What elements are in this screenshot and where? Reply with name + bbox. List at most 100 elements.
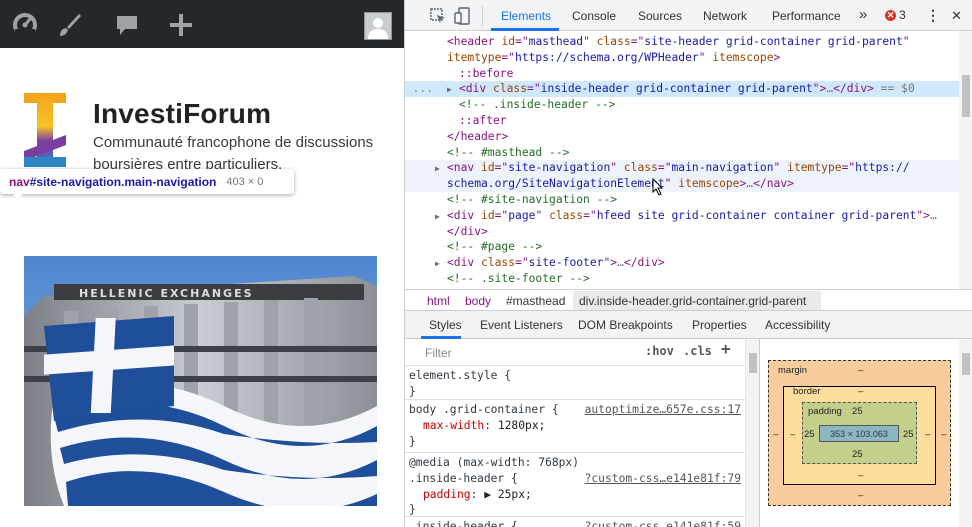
user-avatar[interactable] [364, 12, 392, 40]
rule-close-brace: } [409, 434, 416, 448]
dom-node-line[interactable]: ▶ <nav id="site-navigation" class="main-n… [405, 160, 959, 177]
tab-styles[interactable]: Styles [429, 318, 462, 332]
dom-node-line[interactable]: <!-- .site-footer --> [405, 271, 959, 287]
box-model-content[interactable]: 353 × 103.063 [819, 425, 899, 442]
dom-token: <div [447, 208, 482, 222]
dom-node-line[interactable]: ▶ <div id="page" class="hfeed site grid-c… [405, 208, 959, 224]
dom-token: > [773, 50, 781, 64]
error-count-badge[interactable]: ✕ 3 [885, 8, 906, 22]
site-logo[interactable] [24, 93, 66, 167]
dashboard-icon[interactable] [9, 9, 41, 41]
style-rule[interactable]: element.style {} [405, 366, 745, 400]
styles-scrollbar[interactable] [745, 339, 759, 527]
dom-node-line[interactable]: schema.org/SiteNavigationElement" itemsc… [405, 176, 959, 193]
dom-token: inside-header grid-container grid-parent [540, 82, 813, 96]
style-rule[interactable]: body .grid-container {autoptimize…657e.c… [405, 400, 745, 453]
css-value[interactable]: 1280px; [498, 419, 546, 432]
dom-node-line[interactable]: </div> [405, 224, 959, 240]
breadcrumb-body[interactable]: body [465, 294, 491, 308]
admin-bar [0, 0, 404, 48]
rule-selector: @media (max-width: 768px) [409, 456, 580, 469]
tab-performance[interactable]: Performance [772, 9, 841, 23]
dom-token: hfeed site grid-container container grid… [596, 208, 917, 222]
dom-node-line[interactable]: ... ▶ <div class="inside-header grid-conta… [405, 81, 959, 98]
dom-token: id [481, 161, 495, 175]
tab-accessibility[interactable]: Accessibility [765, 318, 830, 332]
breadcrumb-inside-header[interactable]: div.inside-header.grid-container.grid-pa… [579, 294, 806, 308]
css-colon: : [484, 418, 498, 432]
breadcrumb-masthead[interactable]: #masthead [506, 294, 565, 308]
more-tabs-button[interactable]: » [859, 6, 867, 23]
style-rule[interactable]: .inside-header { ?custom-css…e141e81f:59 [405, 517, 745, 527]
tab-dom-breakpoints[interactable]: DOM Breakpoints [578, 318, 673, 332]
rule-source-link[interactable]: ?custom-css…e141e81f:79 [585, 471, 741, 487]
rule-source-link[interactable]: autoptimize…657e.css:17 [585, 402, 741, 418]
dom-node-line[interactable]: </header> [405, 129, 959, 145]
tab-elements[interactable]: Elements [501, 9, 551, 23]
new-content-plus-icon[interactable] [165, 9, 197, 41]
styles-filter-input[interactable] [425, 343, 635, 362]
breadcrumb-html[interactable]: html [427, 294, 450, 308]
close-devtools-button[interactable]: ✕ [951, 8, 962, 24]
dom-token: <!-- #page --> [447, 240, 543, 254]
box-model-pane: margin – – – – border – – – – padding 25… [759, 339, 959, 527]
tab-sources[interactable]: Sources [638, 9, 682, 23]
expand-triangle-icon[interactable]: ▶ [435, 209, 447, 225]
margin-right-value: – [941, 429, 947, 440]
devtools-tab-bar: Elements Console Sources Network Perform… [405, 0, 972, 31]
expand-triangle-icon[interactable]: ▶ [447, 82, 459, 98]
rule-source-link[interactable]: ?custom-css…e141e81f:59 [585, 519, 741, 527]
site-title[interactable]: InvestiForum [93, 98, 271, 130]
dom-node-line[interactable]: ::before [405, 66, 959, 82]
tab-console[interactable]: Console [572, 9, 616, 23]
dom-token: =" [494, 161, 509, 175]
css-property[interactable]: max-width [423, 419, 484, 432]
new-style-rule-button[interactable]: + [721, 341, 731, 357]
dom-token: … [929, 208, 937, 222]
style-declaration[interactable]: padding: ▶ 25px; [423, 487, 532, 503]
dom-node-line[interactable]: <!-- .inside-header --> [405, 97, 959, 113]
dom-token: class [596, 35, 631, 48]
comments-icon[interactable] [111, 9, 143, 41]
dom-token: =" [527, 82, 541, 96]
css-value[interactable]: ▶ 25px; [484, 488, 532, 501]
rule-close-brace: } [409, 384, 416, 398]
border-right-value: – [925, 429, 931, 440]
dom-node-line[interactable]: itemtype="https://schema.org/WPHeader" i… [405, 50, 959, 66]
dom-tree-scrollbar[interactable] [959, 31, 972, 289]
devtools-menu-button[interactable]: ⋮ [926, 7, 940, 24]
style-rule[interactable]: @media (max-width: 768px) ?custom-css…e14… [405, 453, 745, 517]
dom-token: =" [630, 35, 645, 48]
customize-brush-icon[interactable] [54, 9, 86, 41]
inspect-element-icon[interactable] [429, 7, 447, 25]
dom-node-line[interactable]: <!-- #site-navigation --> [405, 192, 959, 208]
expand-triangle-icon[interactable]: ▶ [435, 256, 447, 272]
tab-network[interactable]: Network [703, 9, 747, 23]
tab-properties[interactable]: Properties [692, 318, 747, 332]
margin-top-value: – [858, 365, 864, 376]
style-declaration[interactable]: max-width: 1280px; [423, 418, 545, 434]
expand-triangle-icon[interactable]: ▶ [435, 161, 447, 177]
box-model-scrollbar[interactable] [959, 339, 972, 527]
error-count: 3 [899, 8, 906, 22]
css-property[interactable]: padding [423, 488, 471, 501]
dom-node-line[interactable]: ▶ <div class="site-footer">…</div> [405, 255, 959, 271]
dom-node-line[interactable]: ::after [405, 113, 959, 129]
hover-state-toggle[interactable]: :hov [645, 344, 674, 360]
class-toggle[interactable]: .cls [683, 344, 712, 360]
dom-node-line[interactable]: <header id="masthead" class="site-header… [405, 34, 959, 50]
tab-event-listeners[interactable]: Event Listeners [480, 318, 563, 332]
border-label: border [793, 386, 821, 397]
elements-dom-tree[interactable]: <header id="masthead" class="site-header… [405, 31, 959, 289]
tooltip-arrow [12, 193, 24, 199]
dom-node-line[interactable]: <!-- #masthead --> [405, 145, 959, 161]
dom-token: </div> [623, 256, 665, 270]
tooltip-dimensions: 403 × 0 [226, 175, 264, 188]
margin-bottom-value: – [858, 490, 864, 501]
dom-node-line[interactable]: <!-- #page --> [405, 239, 959, 255]
tooltip-tag: nav [9, 174, 30, 189]
dom-token: =" [515, 35, 529, 48]
dom-token: itemscope [712, 50, 774, 64]
device-toolbar-icon[interactable] [454, 7, 472, 25]
rule-selector: .inside-header { [409, 520, 518, 527]
